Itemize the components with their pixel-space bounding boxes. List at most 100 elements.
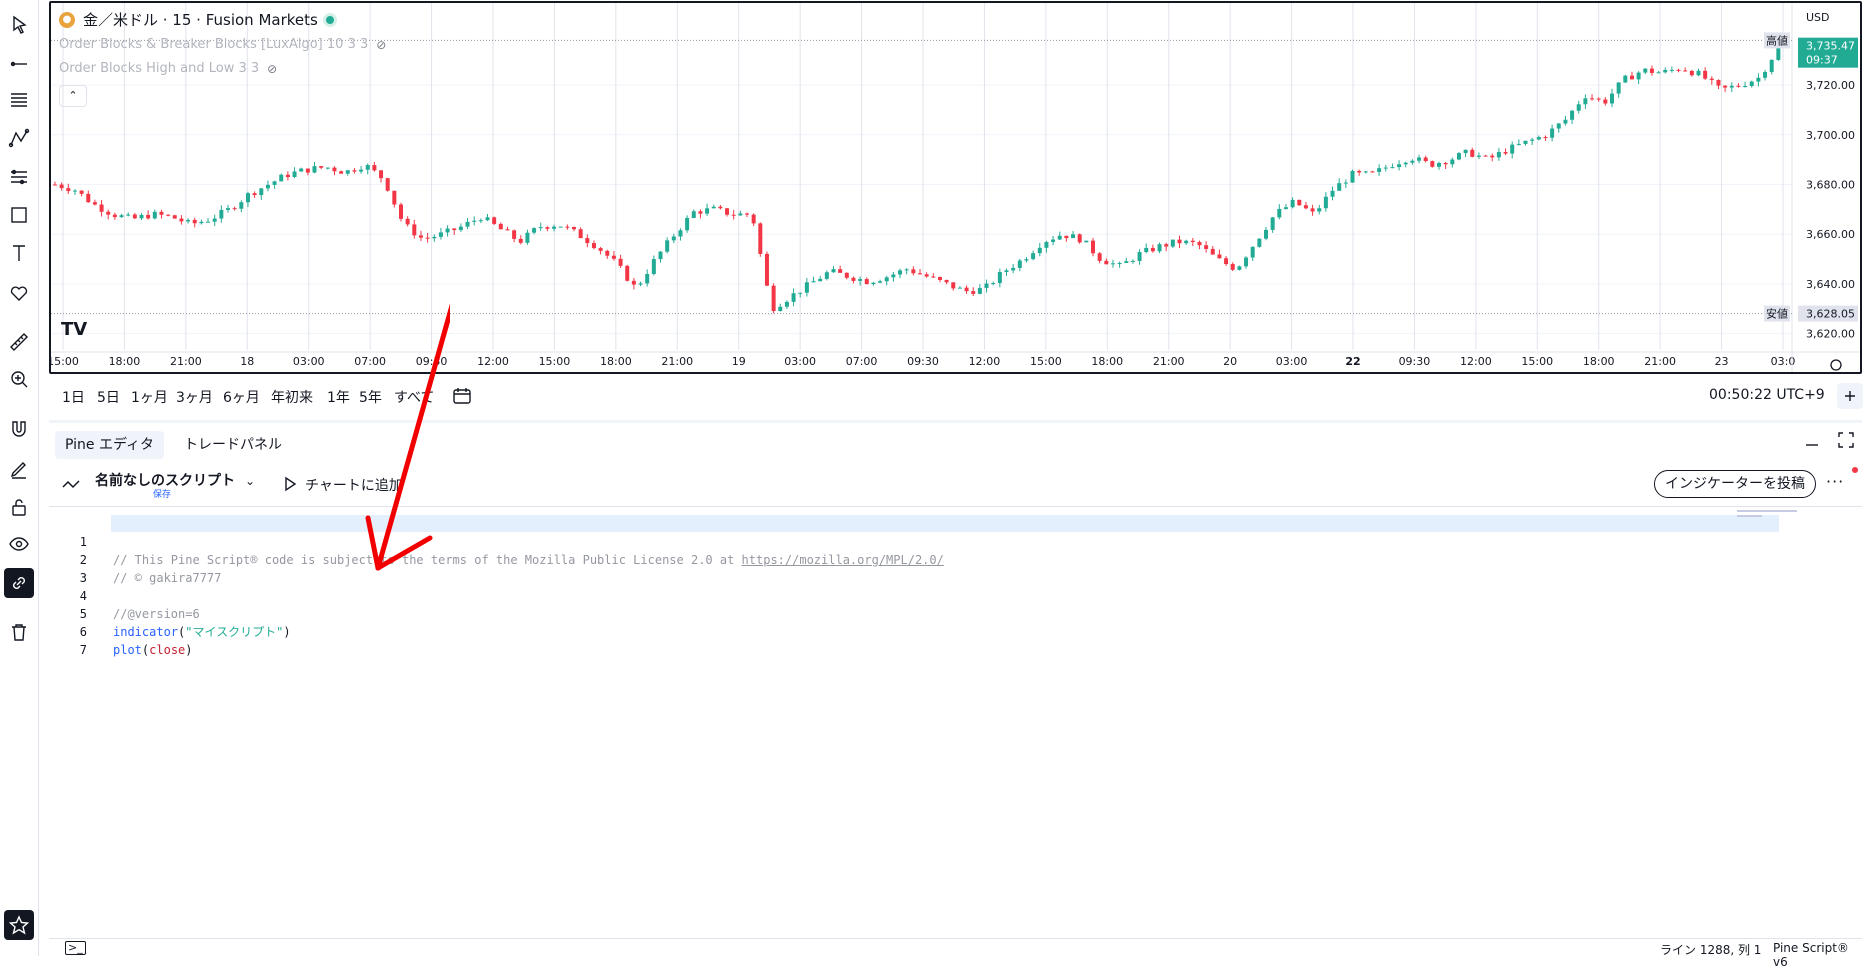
- code-editor[interactable]: 1 // This Pine Script® code is subject t…: [49, 508, 1862, 938]
- range-5d-button[interactable]: 5日: [97, 387, 120, 407]
- time-tick-label: 23: [1715, 355, 1729, 368]
- range-3m-button[interactable]: 3ヶ月: [176, 387, 213, 407]
- tab-pine-editor[interactable]: Pine エディタ: [55, 431, 164, 459]
- fib-retracement-icon[interactable]: [4, 85, 34, 115]
- candle-body: [132, 214, 137, 219]
- candle-body: [1403, 162, 1408, 165]
- collapse-panel-icon[interactable]: [1837, 383, 1863, 409]
- candle-body: [1576, 104, 1581, 111]
- range-1y-button[interactable]: 1年: [327, 387, 350, 407]
- clock-timezone[interactable]: 00:50:22 UTC+9: [1709, 387, 1825, 403]
- gold-symbol-icon: ●: [59, 11, 75, 28]
- collapse-legend-button[interactable]: ⌃: [59, 85, 87, 107]
- console-icon[interactable]: >_: [65, 941, 86, 955]
- minimap[interactable]: [1737, 508, 1797, 520]
- candle-body: [858, 279, 863, 281]
- candle-body: [79, 190, 84, 194]
- chart-settings-gear-icon[interactable]: [1830, 359, 1842, 371]
- range-1d-button[interactable]: 1日: [62, 387, 85, 407]
- candle-body: [1244, 257, 1249, 267]
- hidden-eye-icon[interactable]: ⊘: [267, 62, 277, 76]
- candle-body: [92, 202, 97, 205]
- license-link[interactable]: https://mozilla.org/MPL/2.0/: [742, 553, 944, 567]
- publish-indicator-button[interactable]: インジケーターを投稿: [1654, 470, 1816, 498]
- tab-trade-panel[interactable]: トレードパネル: [174, 431, 292, 459]
- chart-panel[interactable]: 3,720.00 3,700.00 3,680.00 3,660.00 3,640.00…: [49, 1, 1862, 374]
- candle-body: [625, 265, 630, 281]
- indicator-legend-1[interactable]: Order Blocks & Breaker Blocks [LuxAlgo] …: [59, 37, 386, 52]
- candle-body: [565, 226, 570, 228]
- candle-body: [918, 273, 922, 275]
- symbol-legend[interactable]: ● 金／米ドル · 15 · Fusion Markets: [59, 9, 334, 30]
- candle-body: [698, 211, 703, 214]
- candle-body: [758, 223, 763, 254]
- range-6m-button[interactable]: 6ヶ月: [223, 387, 260, 407]
- candle-body: [884, 277, 889, 282]
- candle-body: [285, 174, 290, 178]
- candle-body: [864, 279, 869, 285]
- candle-body: [718, 206, 723, 209]
- candle-body: [1104, 260, 1109, 265]
- candle-body: [59, 184, 64, 189]
- link-icon[interactable]: [4, 568, 34, 598]
- candle-body: [1091, 240, 1095, 254]
- candle-body: [1184, 240, 1189, 244]
- candle-body: [1490, 155, 1495, 158]
- more-options-icon[interactable]: ···: [1826, 472, 1844, 491]
- candle-body: [631, 280, 636, 285]
- pattern-icon[interactable]: [4, 123, 34, 153]
- candle-body: [784, 301, 789, 307]
- save-link[interactable]: 保存: [153, 487, 171, 500]
- maximize-icon[interactable]: [1835, 429, 1857, 451]
- play-icon[interactable]: [281, 475, 299, 493]
- candlestick-chart[interactable]: 3,720.00 3,700.00 3,680.00 3,660.00 3,640.00…: [51, 3, 1860, 372]
- time-tick-label: 03:00: [784, 355, 816, 368]
- candle-body: [1343, 182, 1348, 184]
- text-icon[interactable]: [4, 238, 34, 268]
- code-line[interactable]: 7: [49, 623, 87, 657]
- candle-body: [1516, 143, 1521, 145]
- code-line[interactable]: 2 // © gakira7777: [49, 533, 222, 585]
- range-ytd-button[interactable]: 年初来: [271, 387, 313, 407]
- heart-icon[interactable]: [4, 277, 34, 307]
- star-icon[interactable]: [4, 910, 34, 940]
- candle-body: [977, 287, 982, 294]
- magnet-icon[interactable]: [4, 414, 34, 444]
- candle-body: [305, 168, 310, 173]
- candle-body: [1190, 240, 1195, 243]
- zoom-in-icon[interactable]: [4, 364, 34, 394]
- candle-body: [1696, 70, 1701, 76]
- hidden-eye-icon[interactable]: ⊘: [376, 38, 386, 52]
- script-menu-chevron-icon[interactable]: ⌄: [245, 474, 255, 488]
- indicator-legend-2[interactable]: Order Blocks High and Low 3 3 ⊘: [59, 61, 277, 76]
- goto-date-icon[interactable]: [451, 385, 473, 407]
- time-tick-label: 09:30: [1399, 355, 1431, 368]
- code-line[interactable]: 1 // This Pine Script® code is subject t…: [49, 515, 944, 567]
- currency-selector[interactable]: USD: [1806, 11, 1830, 24]
- minimize-icon[interactable]: [1801, 429, 1823, 451]
- candle-body: [1749, 81, 1754, 86]
- candle-body: [1363, 171, 1368, 173]
- symbol-title: 金／米ドル · 15 · Fusion Markets: [83, 11, 318, 29]
- ruler-icon[interactable]: [4, 327, 34, 357]
- pine-version: Pine Script® v6: [1773, 941, 1849, 969]
- code-line[interactable]: 3: [49, 551, 87, 585]
- range-1m-button[interactable]: 1ヶ月: [131, 387, 168, 407]
- lock-icon[interactable]: [4, 492, 34, 522]
- draw-mode-icon[interactable]: [4, 454, 34, 484]
- candle-body: [219, 209, 224, 219]
- candle-body: [1643, 68, 1648, 73]
- eye-icon[interactable]: [4, 529, 34, 559]
- code-line[interactable]: 6 plot(close): [49, 605, 193, 657]
- cursor-icon[interactable]: [4, 10, 34, 40]
- prediction-icon[interactable]: [4, 162, 34, 192]
- code-line[interactable]: 5 indicator("マイスクリプト"): [49, 587, 291, 639]
- code-line[interactable]: 4 //@version=6: [49, 569, 200, 621]
- candle-body: [991, 283, 996, 285]
- geometric-shapes-icon[interactable]: [4, 200, 34, 230]
- candle-body: [924, 274, 929, 277]
- tradingview-logo: TV: [61, 319, 88, 340]
- candle-body: [811, 281, 816, 283]
- trend-line-icon[interactable]: [4, 49, 34, 79]
- trash-icon[interactable]: [4, 617, 34, 647]
